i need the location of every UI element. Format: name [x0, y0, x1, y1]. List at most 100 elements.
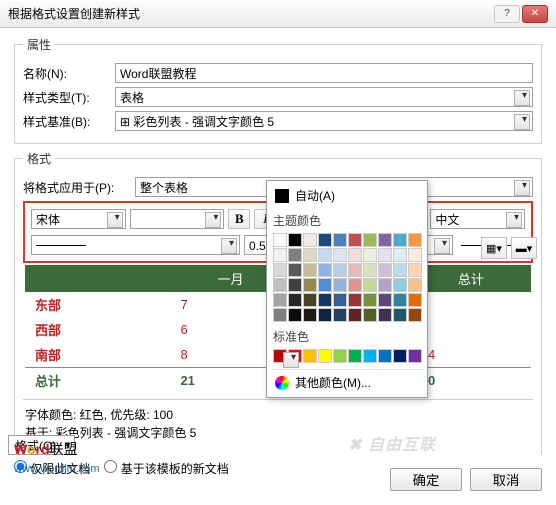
theme-color-swatch[interactable] — [318, 278, 332, 292]
standard-colors-header: 标准色 — [273, 328, 421, 345]
theme-color-swatch[interactable] — [333, 278, 347, 292]
theme-color-swatch[interactable] — [348, 248, 362, 262]
theme-color-swatch[interactable] — [318, 248, 332, 262]
auto-swatch-icon — [275, 189, 289, 203]
theme-color-swatch[interactable] — [288, 263, 302, 277]
theme-color-swatch[interactable] — [393, 278, 407, 292]
name-input[interactable] — [115, 63, 533, 83]
title-bar: 根据格式设置创建新样式 ? ✕ — [0, 0, 556, 28]
other-colors-row[interactable]: 其他颜色(M)... — [271, 369, 423, 393]
theme-color-swatch[interactable] — [288, 248, 302, 262]
cancel-button[interactable]: 取消 — [470, 468, 542, 491]
theme-color-swatch[interactable] — [393, 308, 407, 322]
standard-color-swatch[interactable] — [318, 349, 332, 363]
fill-button[interactable]: ▬▾ — [511, 237, 537, 259]
theme-color-swatch[interactable] — [318, 308, 332, 322]
theme-color-swatch[interactable] — [348, 278, 362, 292]
theme-color-swatch[interactable] — [348, 263, 362, 277]
theme-color-swatch[interactable] — [378, 248, 392, 262]
theme-color-swatch[interactable] — [318, 263, 332, 277]
theme-color-swatch[interactable] — [363, 263, 377, 277]
theme-color-swatch[interactable] — [303, 233, 317, 247]
style-description: 字体颜色: 红色, 优先级: 100 基于: 彩色列表 - 强调文字颜色 5 — [25, 406, 531, 442]
theme-color-swatch[interactable] — [408, 233, 422, 247]
theme-color-swatch[interactable] — [408, 293, 422, 307]
auto-color-row[interactable]: 自动(A) — [271, 185, 423, 210]
theme-color-swatch[interactable] — [363, 308, 377, 322]
close-button[interactable]: ✕ — [522, 5, 548, 23]
theme-color-swatch[interactable] — [273, 293, 287, 307]
theme-color-swatch[interactable] — [318, 233, 332, 247]
properties-group: 属性 名称(N): 样式类型(T): 表格 样式基准(B): ⊞ 彩色列表 - … — [14, 36, 542, 144]
theme-color-swatch[interactable] — [378, 278, 392, 292]
radio-template[interactable]: 基于该模板的新文档 — [104, 460, 228, 477]
theme-color-swatch[interactable] — [408, 248, 422, 262]
theme-color-swatch[interactable] — [393, 263, 407, 277]
font-family-select[interactable]: 宋体 — [31, 209, 126, 229]
theme-color-swatch[interactable] — [333, 308, 347, 322]
border-button[interactable]: ▦▾ — [481, 237, 507, 259]
theme-color-swatch[interactable] — [288, 278, 302, 292]
theme-color-swatch[interactable] — [303, 293, 317, 307]
theme-color-swatch[interactable] — [273, 308, 287, 322]
theme-color-swatch[interactable] — [303, 263, 317, 277]
help-button[interactable]: ? — [494, 5, 520, 23]
format-legend: 格式 — [23, 150, 55, 167]
theme-color-swatch[interactable] — [348, 233, 362, 247]
standard-color-swatch[interactable] — [333, 349, 347, 363]
theme-color-swatch[interactable] — [288, 233, 302, 247]
theme-color-swatch[interactable] — [333, 248, 347, 262]
standard-color-swatch[interactable] — [288, 349, 302, 363]
theme-color-swatch[interactable] — [288, 293, 302, 307]
theme-color-swatch[interactable] — [363, 248, 377, 262]
style-type-label: 样式类型(T): — [23, 89, 115, 106]
language-select[interactable]: 中文 — [430, 209, 525, 229]
theme-color-swatch[interactable] — [378, 233, 392, 247]
theme-color-swatch[interactable] — [408, 278, 422, 292]
theme-color-swatch[interactable] — [273, 278, 287, 292]
theme-color-swatch[interactable] — [378, 308, 392, 322]
window-title: 根据格式设置创建新样式 — [8, 5, 494, 22]
bold-button[interactable]: B — [228, 209, 250, 229]
theme-color-swatch[interactable] — [378, 293, 392, 307]
theme-color-swatch[interactable] — [288, 308, 302, 322]
style-base-label: 样式基准(B): — [23, 113, 115, 130]
font-size-select[interactable] — [130, 209, 225, 229]
theme-color-swatch[interactable] — [393, 233, 407, 247]
theme-color-swatch[interactable] — [393, 248, 407, 262]
standard-color-swatch[interactable] — [408, 349, 422, 363]
theme-color-swatch[interactable] — [303, 278, 317, 292]
style-type-select[interactable]: 表格 — [115, 87, 533, 107]
theme-color-swatch[interactable] — [303, 308, 317, 322]
standard-color-swatch[interactable] — [348, 349, 362, 363]
standard-color-swatch[interactable] — [363, 349, 377, 363]
style-base-select[interactable]: ⊞ 彩色列表 - 强调文字颜色 5 — [115, 111, 533, 131]
ok-button[interactable]: 确定 — [390, 468, 462, 491]
theme-color-swatch[interactable] — [393, 293, 407, 307]
theme-color-swatch[interactable] — [318, 293, 332, 307]
window-buttons: ? ✕ — [494, 5, 548, 23]
theme-color-swatch[interactable] — [333, 263, 347, 277]
standard-color-swatch[interactable] — [378, 349, 392, 363]
theme-color-swatch[interactable] — [273, 233, 287, 247]
theme-color-swatch[interactable] — [333, 233, 347, 247]
name-label: 名称(N): — [23, 65, 115, 82]
standard-color-swatch[interactable] — [303, 349, 317, 363]
theme-color-swatch[interactable] — [348, 293, 362, 307]
watermark-logo: Word联盟 www.wordlm.com — [14, 439, 100, 475]
line-style-select[interactable] — [31, 235, 240, 255]
color-wheel-icon — [275, 376, 289, 390]
standard-color-swatch[interactable] — [393, 349, 407, 363]
color-picker-popup: 自动(A) 主题颜色 标准色 其他颜色(M)... — [266, 180, 428, 398]
theme-color-swatch[interactable] — [348, 308, 362, 322]
theme-color-swatch[interactable] — [378, 263, 392, 277]
theme-color-swatch[interactable] — [303, 248, 317, 262]
theme-color-swatch[interactable] — [363, 278, 377, 292]
theme-color-swatch[interactable] — [273, 248, 287, 262]
theme-color-swatch[interactable] — [408, 263, 422, 277]
theme-color-swatch[interactable] — [333, 293, 347, 307]
theme-color-swatch[interactable] — [273, 263, 287, 277]
theme-color-swatch[interactable] — [363, 233, 377, 247]
theme-color-swatch[interactable] — [363, 293, 377, 307]
theme-color-swatch[interactable] — [408, 308, 422, 322]
